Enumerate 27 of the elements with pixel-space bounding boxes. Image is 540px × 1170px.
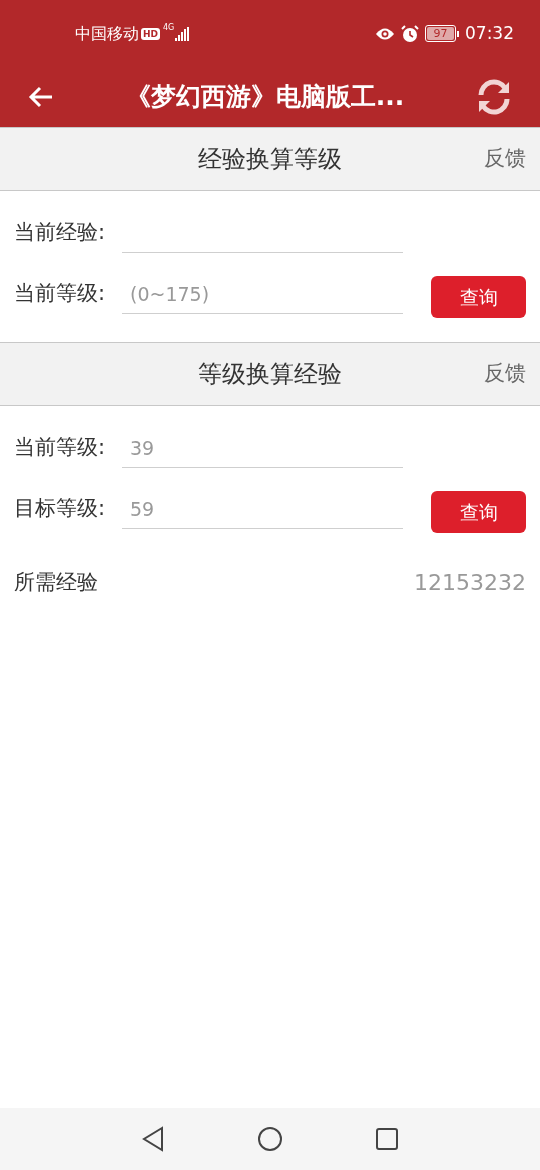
network-type: 4G [163, 22, 175, 34]
query-button[interactable]: 查询 [431, 276, 526, 318]
app-title: 《梦幻西游》电脑版工... [124, 81, 406, 114]
result-label: 所需经验 [14, 568, 98, 596]
result-value: 12153232 [414, 569, 526, 597]
alarm-icon [401, 24, 419, 43]
input-field[interactable]: 39 [122, 428, 403, 468]
query-button[interactable]: 查询 [431, 491, 526, 533]
input-field[interactable]: 59 [122, 489, 403, 529]
hd-icon: HD [141, 27, 160, 40]
field-label: 当前等级: [14, 434, 107, 462]
feedback-link[interactable]: 反馈 [484, 143, 526, 175]
feedback-link[interactable]: 反馈 [484, 358, 526, 390]
eye-icon [375, 26, 395, 41]
field-label: 当前等级: [14, 280, 107, 308]
signal-icon [175, 26, 190, 41]
section-title: 经验换算等级 [198, 144, 342, 175]
field-label: 目标等级: [14, 495, 107, 523]
field-label: 当前经验: [14, 219, 107, 247]
back-nav-icon[interactable] [141, 1126, 165, 1152]
battery-icon: 97 [425, 25, 459, 42]
recents-nav-icon[interactable] [375, 1127, 399, 1151]
input-field[interactable]: (0~175) [122, 274, 403, 314]
section-title: 等级换算经验 [198, 359, 342, 390]
clock-time: 07:32 [465, 21, 514, 45]
home-nav-icon[interactable] [257, 1126, 283, 1152]
carrier-name: 中国移动 [75, 22, 139, 45]
